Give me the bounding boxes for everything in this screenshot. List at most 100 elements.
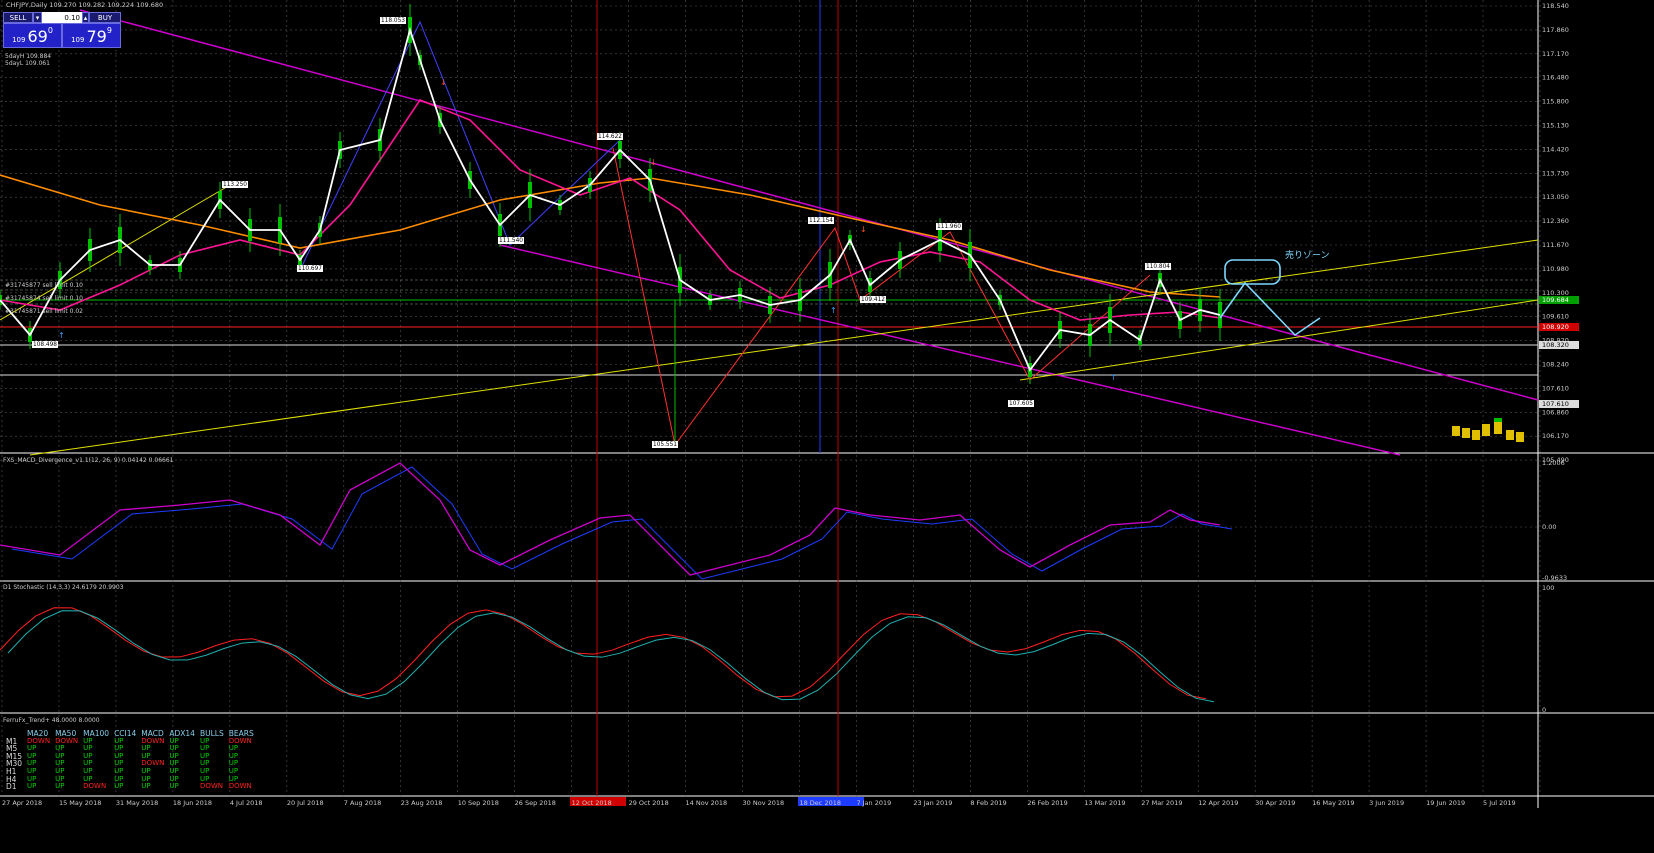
price-tick: 115.130 bbox=[1542, 122, 1569, 130]
swing-label: 108.498 bbox=[33, 342, 57, 348]
five-day-high: 5dayH 109.884 bbox=[5, 53, 52, 60]
price-tick: 118.540 bbox=[1542, 2, 1569, 10]
price-tick: 107.610 bbox=[1542, 384, 1569, 392]
trend-cell: DOWN bbox=[199, 782, 224, 791]
trendline-yellow bbox=[1019, 299, 1539, 381]
lot-dropdown-arrow[interactable]: ▾ bbox=[33, 12, 42, 23]
price-marker-label: 107.610 bbox=[1542, 400, 1569, 408]
volume-bar bbox=[1472, 430, 1480, 440]
macd-signal bbox=[11, 466, 1233, 580]
signal-arrow: ↑ bbox=[1110, 373, 1117, 382]
price-tick: 108.240 bbox=[1542, 361, 1569, 369]
date-tick: 13 Mar 2019 bbox=[1084, 799, 1125, 807]
lot-up-arrow[interactable]: ▴ bbox=[82, 12, 89, 23]
price-tick: 114.420 bbox=[1542, 145, 1569, 153]
sell-limit-order-3[interactable]: #31745871 sell limit 0.02 bbox=[5, 308, 83, 315]
sell-limit-order-2[interactable]: #31745874 sell limit 0.10 bbox=[5, 295, 83, 302]
macd-tick: 0.00 bbox=[1542, 523, 1556, 531]
sell-limit-order-1[interactable]: #31745877 sell limit 0.10 bbox=[5, 282, 83, 289]
price-tick: 113.730 bbox=[1542, 169, 1569, 177]
trend-title: FerruFx_Trend+ 48.0000 8.0000 bbox=[3, 717, 100, 724]
sell-price-big: 69 bbox=[27, 27, 48, 46]
sell-price[interactable]: 109 69 0 bbox=[3, 23, 62, 48]
price-tick: 110.980 bbox=[1542, 265, 1569, 273]
price-tick: 117.170 bbox=[1542, 50, 1569, 58]
price-marker-label: 109.684 bbox=[1542, 296, 1569, 304]
swing-label: 113.250 bbox=[223, 182, 247, 188]
sell-price-prefix: 109 bbox=[12, 36, 26, 44]
date-tick: 20 Jul 2018 bbox=[287, 799, 324, 807]
channel-upper bbox=[79, 9, 1539, 401]
zigzag bbox=[299, 20, 621, 271]
swing-label: 107.605 bbox=[1009, 401, 1033, 407]
date-tick: 19 Jun 2019 bbox=[1426, 799, 1465, 807]
date-tick: 23 Aug 2018 bbox=[401, 799, 443, 807]
price-tick: 117.860 bbox=[1542, 26, 1569, 34]
macd-tick: 1.2006 bbox=[1542, 459, 1565, 467]
date-tick: 26 Sep 2018 bbox=[515, 799, 556, 807]
chart-title: CHFJPY,Daily 109.270 109.282 109.224 109… bbox=[6, 1, 164, 9]
date-tick: 10 Sep 2018 bbox=[458, 799, 499, 807]
swing-label: 114.622 bbox=[598, 134, 622, 140]
volume-bar bbox=[1516, 432, 1524, 442]
signal-arrow: ↑ bbox=[585, 183, 592, 192]
date-tick: 30 Apr 2019 bbox=[1255, 799, 1295, 807]
trend-matrix: MA20 MA50 MA100 CCI14 MACD ADX14 BULLS B… bbox=[6, 730, 259, 791]
signal-arrow: ↓ bbox=[440, 78, 447, 87]
macd-title: FXS_MACD_Divergence_v1.1(12, 26, 9) 0.04… bbox=[3, 457, 174, 464]
date-tick: 12 Oct 2018 bbox=[572, 799, 612, 807]
trend-row: M5 UP UP UP UP UP UP UP UP bbox=[6, 745, 259, 753]
volume-bar bbox=[1506, 430, 1514, 440]
chart-canvas[interactable]: 118.540 117.860 117.170 116.480 115.800 115.1… bbox=[0, 0, 1654, 853]
date-tick: 26 Feb 2019 bbox=[1027, 799, 1067, 807]
price-tick: 106.170 bbox=[1542, 432, 1569, 440]
price-tick: 116.480 bbox=[1542, 74, 1569, 82]
swing-label: 111.540 bbox=[499, 238, 523, 244]
date-tick: 3 Jun 2019 bbox=[1369, 799, 1404, 807]
trend-row: H1 UP UP UP UP UP UP UP UP bbox=[6, 767, 259, 776]
date-tick: 18 Dec 2018 bbox=[799, 799, 841, 807]
signal-arrow: ↓ bbox=[860, 225, 867, 234]
trendline-yellow bbox=[29, 239, 1539, 456]
sell-price-sup: 0 bbox=[47, 26, 53, 35]
signal-arrow: ↑ bbox=[58, 331, 65, 340]
buy-button[interactable]: BUY bbox=[89, 12, 121, 23]
channel-lower bbox=[499, 244, 1401, 456]
macd-tick: -0.9633 bbox=[1542, 574, 1567, 582]
price-tick: 106.860 bbox=[1542, 408, 1569, 416]
date-tick: 5 Jul 2019 bbox=[1483, 799, 1516, 807]
trend-row: M15 UP UP UP UP UP UP UP UP bbox=[6, 752, 259, 761]
volume-bar bbox=[1462, 428, 1470, 438]
buy-price[interactable]: 109 79 9 bbox=[62, 23, 121, 48]
swing-label: 110.804 bbox=[1146, 264, 1170, 270]
trend-cell: DOWN bbox=[83, 782, 107, 791]
stoch-tick: 0 bbox=[1542, 706, 1546, 714]
date-tick: 4 Jul 2018 bbox=[230, 799, 263, 807]
five-day-low: 5dayL 109.061 bbox=[5, 60, 50, 67]
signal-arrow: ↑ bbox=[830, 306, 837, 315]
price-marker-label: 108.320 bbox=[1542, 341, 1569, 349]
signal-arrow: ↓ bbox=[650, 158, 657, 167]
price-tick: 109.610 bbox=[1542, 313, 1569, 321]
stoch-tick: 100 bbox=[1542, 584, 1554, 592]
date-tick: 8 Feb 2019 bbox=[970, 799, 1006, 807]
price-tick: 113.050 bbox=[1542, 193, 1569, 201]
trend-cell: UP bbox=[141, 782, 151, 791]
date-tick: 29 Oct 2018 bbox=[629, 799, 669, 807]
lot-size-input[interactable] bbox=[42, 12, 82, 23]
swing-label: 111.960 bbox=[937, 224, 961, 230]
sell-button[interactable]: SELL bbox=[3, 12, 33, 23]
ma-orange bbox=[0, 174, 1221, 298]
trend-row: D1 UP UP DOWN UP UP UP DOWN DOWN bbox=[6, 783, 259, 791]
price-line bbox=[0, 26, 1221, 372]
date-tick: 23 Jan 2019 bbox=[913, 799, 952, 807]
trend-timeframe: D1 bbox=[6, 782, 17, 792]
buy-price-big: 79 bbox=[86, 27, 107, 46]
zigzag bbox=[612, 147, 676, 446]
date-tick: 31 May 2018 bbox=[116, 799, 158, 807]
date-tick: 12 Apr 2019 bbox=[1198, 799, 1238, 807]
trend-row: M1 DOWN DOWN UP UP DOWN UP UP DOWN bbox=[6, 737, 259, 746]
date-tick: 7 Jan 2019 bbox=[856, 799, 891, 807]
buy-price-prefix: 109 bbox=[71, 36, 85, 44]
price-tick: 111.670 bbox=[1542, 241, 1569, 249]
